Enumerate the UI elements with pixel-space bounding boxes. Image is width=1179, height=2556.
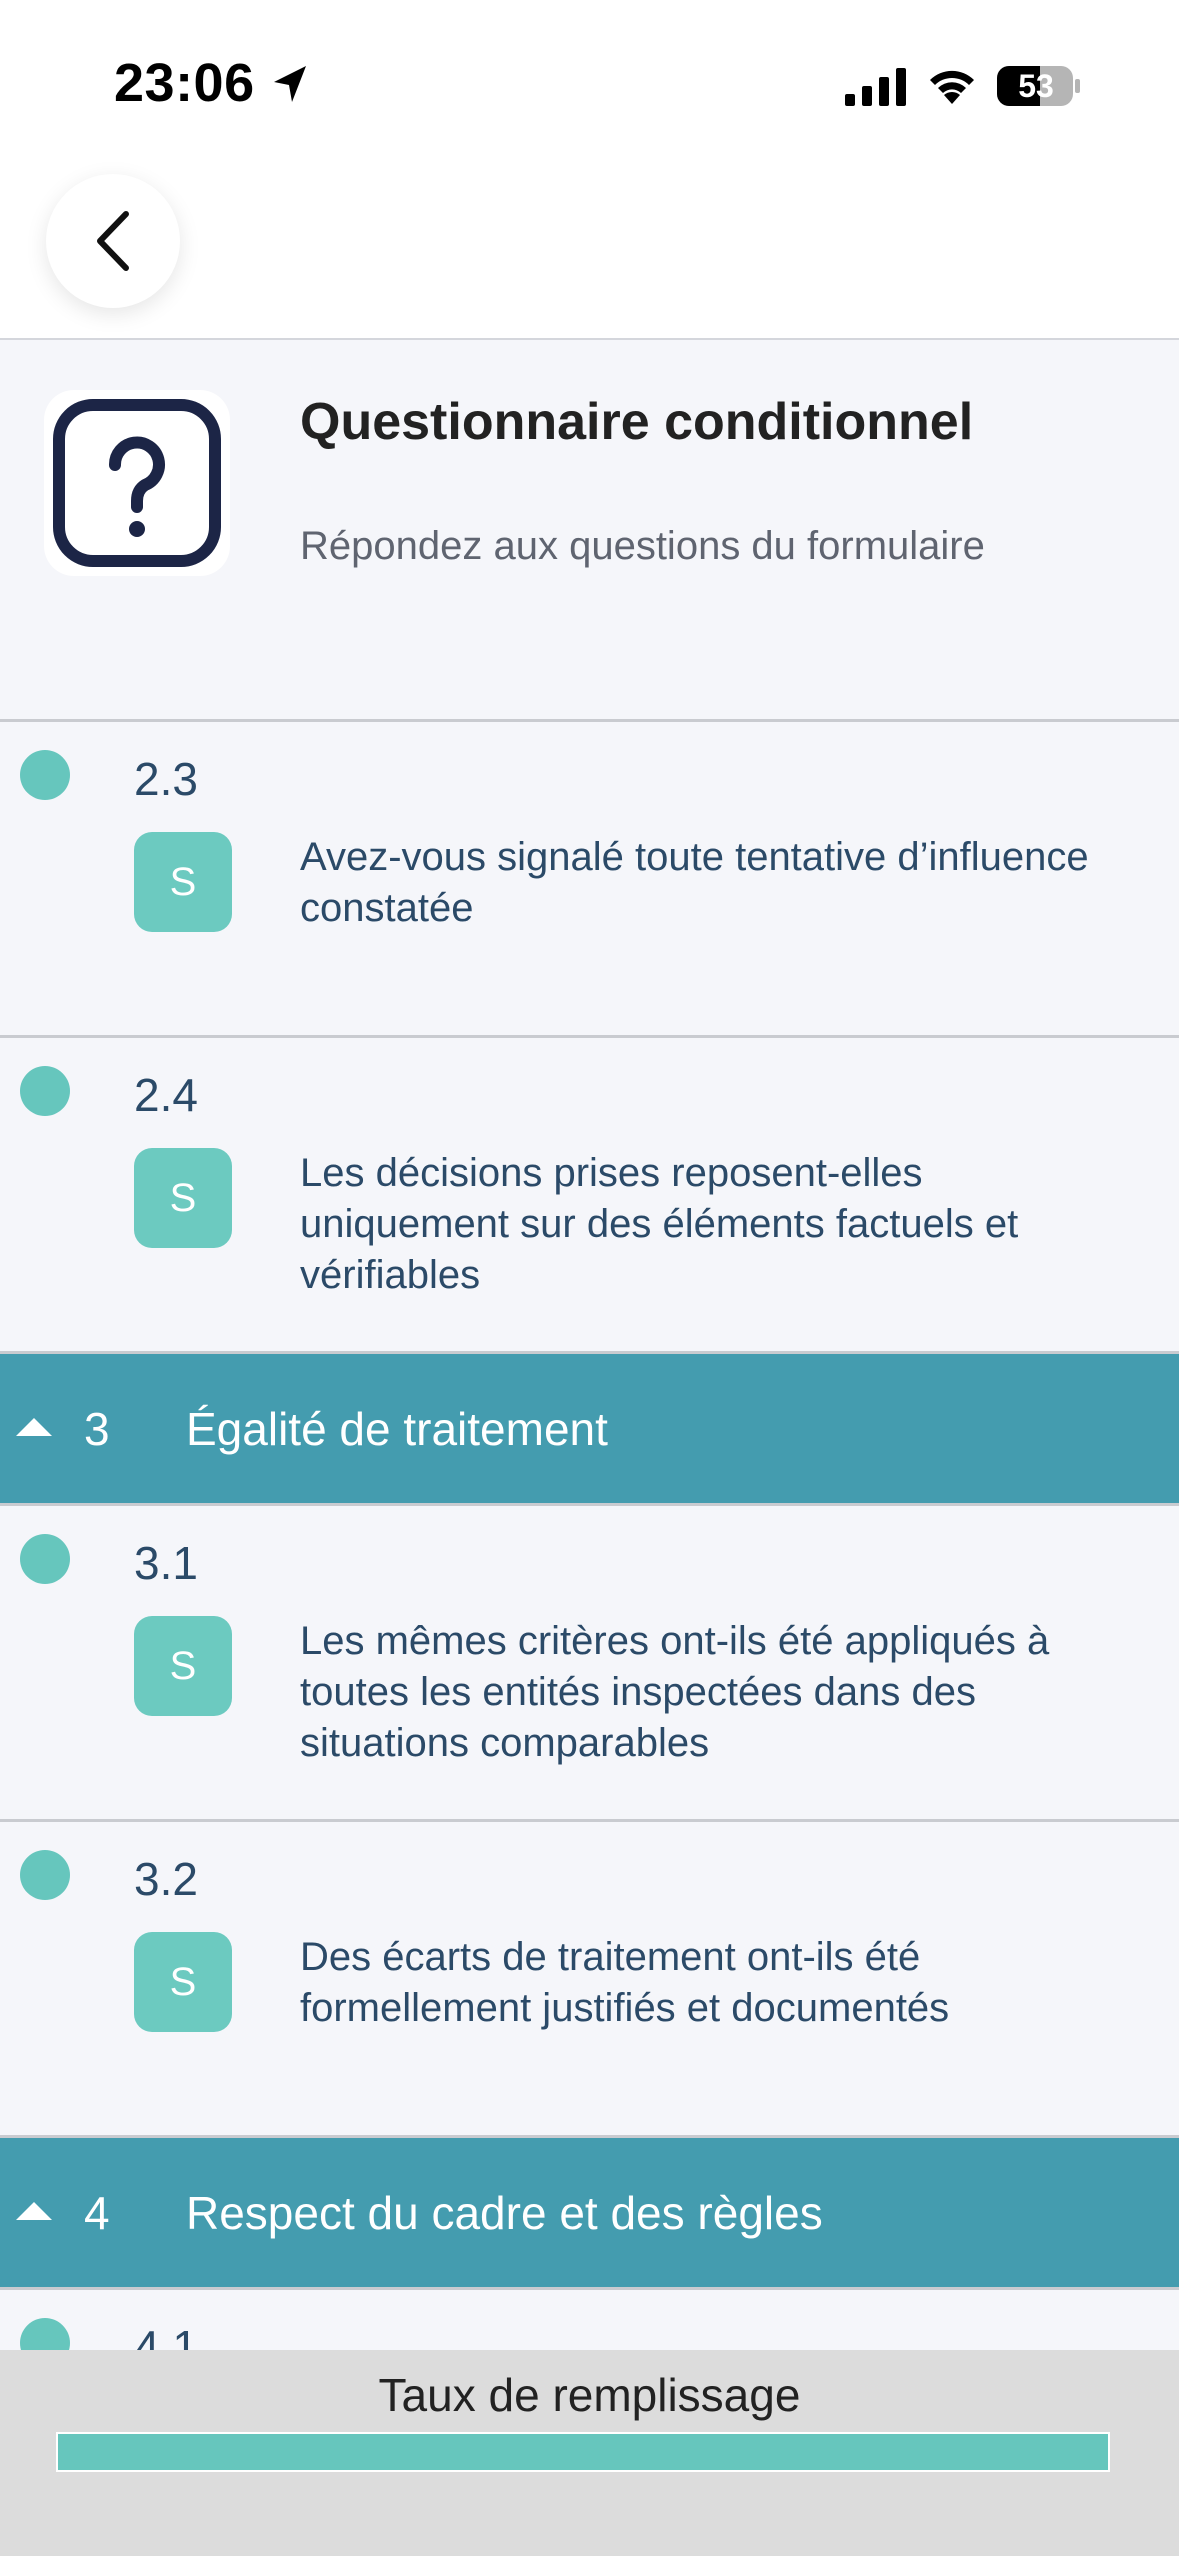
question-number: 3.2 — [134, 1853, 198, 1905]
section-number: 4 — [84, 2187, 110, 2239]
question-text: Les mêmes critères ont-ils été appliqués… — [300, 1619, 1050, 1765]
fill-rate-footer: Taux de remplissage — [0, 2350, 1179, 2556]
section-header-4[interactable]: 4 Respect du cadre et des règles — [0, 2138, 1179, 2290]
question-number: 2.4 — [134, 1069, 198, 1121]
question-row[interactable]: 2.3 S Avez-vous signalé toute tentative … — [0, 722, 1179, 1038]
navigation-header — [0, 170, 1179, 340]
status-time: 23:06 — [114, 53, 255, 113]
fill-rate-progress-bar — [56, 2432, 1110, 2472]
question-row[interactable]: 3.2 S Des écarts de traitement ont-ils é… — [0, 1822, 1179, 2138]
form-title-area: Questionnaire conditionnel Répondez aux … — [0, 342, 1179, 722]
page-title: Questionnaire conditionnel — [300, 393, 974, 451]
status-dot — [20, 750, 70, 800]
status-dot — [20, 1850, 70, 1900]
location-arrow-icon — [274, 66, 306, 102]
status-dot — [20, 1066, 70, 1116]
status-bar: 23:06 53 — [0, 0, 1179, 170]
question-row[interactable]: 3.1 S Les mêmes critères ont-ils été app… — [0, 1506, 1179, 1822]
section-number: 3 — [84, 1403, 110, 1455]
answer-badge[interactable]: S — [134, 832, 232, 932]
fill-rate-progress-fill — [58, 2434, 1108, 2470]
question-row[interactable]: 2.4 S Les décisions prises reposent-elle… — [0, 1038, 1179, 1354]
answer-badge[interactable]: S — [134, 1148, 232, 1248]
question-number: 3.1 — [134, 1537, 198, 1589]
section-title: Respect du cadre et des règles — [186, 2187, 823, 2239]
cellular-signal-icon — [845, 68, 906, 106]
question-text: Avez-vous signalé toute tentative d’infl… — [300, 835, 1089, 930]
chevron-left-icon — [97, 211, 129, 271]
question-mark-icon-box — [44, 390, 230, 576]
back-button[interactable] — [46, 174, 180, 308]
question-number: 2.3 — [134, 753, 198, 805]
wifi-icon — [930, 70, 974, 104]
page-subtitle: Répondez aux questions du formulaire — [300, 524, 985, 568]
question-text: Des écarts de traitement ont-ils été for… — [300, 1935, 950, 2030]
answer-badge[interactable]: S — [134, 1932, 232, 2032]
fill-rate-label: Taux de remplissage — [378, 2369, 801, 2421]
caret-up-icon — [16, 1418, 52, 1436]
battery-percentage: 53 — [1018, 68, 1054, 104]
answer-badge[interactable]: S — [134, 1616, 232, 1716]
status-dot — [20, 1534, 70, 1584]
section-header-3[interactable]: 3 Égalité de traitement — [0, 1354, 1179, 1506]
section-title: Égalité de traitement — [186, 1403, 608, 1455]
question-mark-icon — [53, 399, 221, 567]
caret-up-icon — [16, 2202, 52, 2220]
question-text: Les décisions prises reposent-elles uniq… — [300, 1151, 1019, 1297]
questions-list[interactable]: 2.3 S Avez-vous signalé toute tentative … — [0, 722, 1179, 2556]
